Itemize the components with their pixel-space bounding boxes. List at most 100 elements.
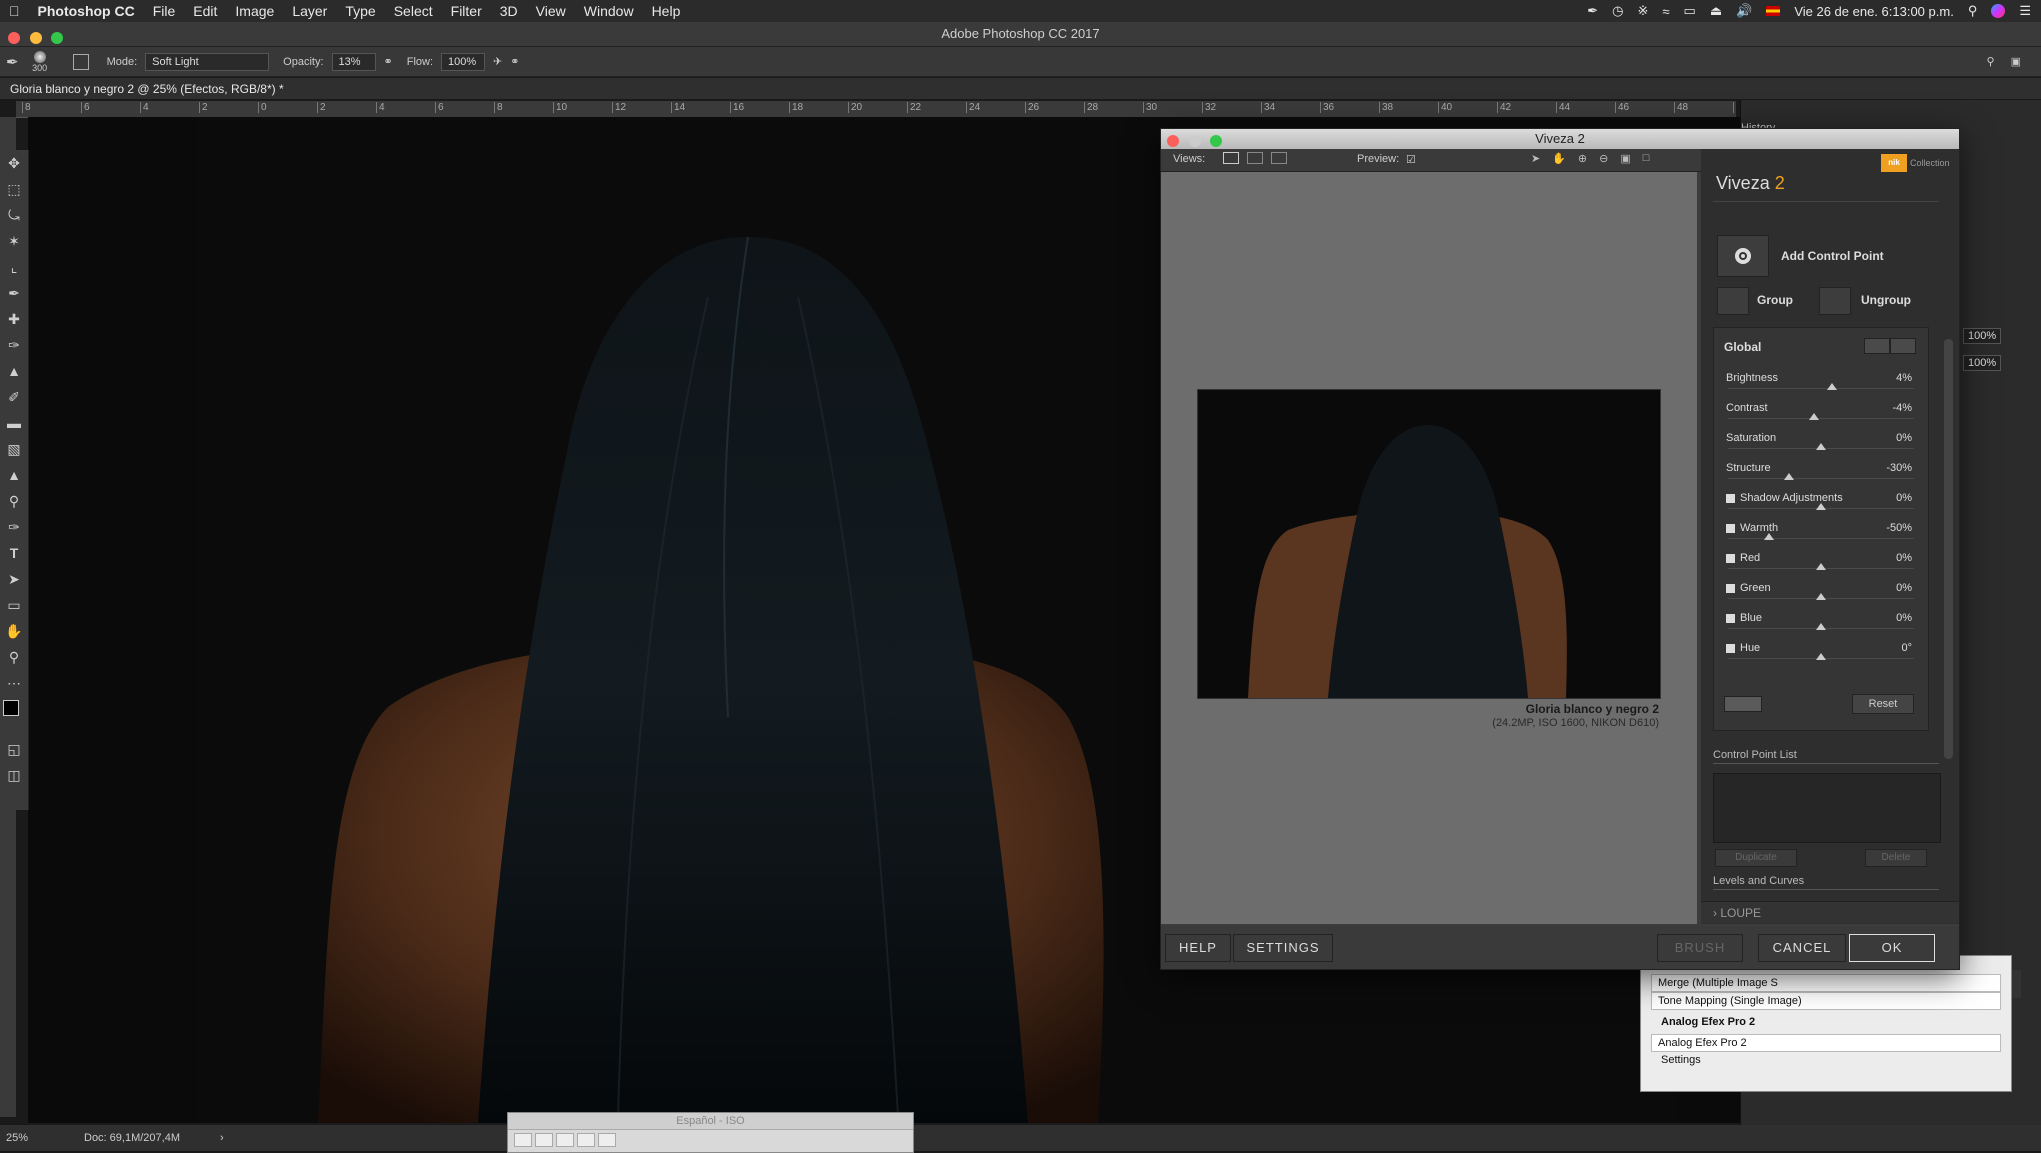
slider-value[interactable]: -30%	[1886, 462, 1912, 474]
control-point-list-label[interactable]: Control Point List	[1713, 749, 1797, 761]
cancel-button[interactable]: CANCEL	[1758, 934, 1846, 962]
minimize-window-button[interactable]	[29, 32, 42, 44]
menu-file[interactable]: File	[144, 3, 185, 19]
foreground-color-swatch[interactable]	[3, 700, 19, 716]
airplay-icon[interactable]: ▭	[1684, 3, 1696, 19]
slider-thumb[interactable]	[1816, 593, 1826, 600]
slider-value[interactable]: -50%	[1886, 522, 1912, 534]
apple-menu-icon[interactable]: 	[0, 3, 29, 19]
slider-value[interactable]: 0%	[1896, 552, 1912, 564]
analog-efex-section[interactable]: Analog Efex Pro 2	[1641, 1010, 2011, 1034]
side-by-side-view-icon[interactable]	[1271, 152, 1287, 164]
move-tool-icon[interactable]: ✥	[0, 150, 28, 176]
layers-fill-field[interactable]: 100%	[1963, 355, 2002, 371]
pointer-tool-icon[interactable]: ➤	[1531, 152, 1540, 165]
keyboard-key[interactable]	[556, 1133, 574, 1147]
slider-track[interactable]	[1728, 478, 1914, 479]
slider-enable-checkbox[interactable]	[1726, 494, 1735, 503]
airbrush-icon[interactable]: ✈	[493, 55, 502, 68]
flow-field[interactable]: 100%	[441, 52, 486, 71]
flag-icon[interactable]	[1766, 6, 1781, 16]
bluetooth-icon[interactable]: ※	[1637, 3, 1648, 19]
close-window-button[interactable]	[8, 32, 20, 44]
slider-thumb[interactable]	[1808, 413, 1819, 420]
screen-mode-icon[interactable]: ◫	[0, 762, 28, 788]
blur-tool-icon[interactable]: ▲	[0, 462, 28, 488]
brush-panel-icon[interactable]	[72, 53, 89, 70]
pressure-size-icon[interactable]: ⚭	[510, 55, 519, 68]
ok-button[interactable]: OK	[1849, 934, 1935, 962]
split-view-icon[interactable]	[1247, 152, 1263, 164]
slider-enable-checkbox[interactable]	[1726, 524, 1735, 533]
viveza-titlebar[interactable]: Viveza 2	[1161, 129, 1959, 149]
settings-button[interactable]: SETTINGS	[1233, 934, 1333, 962]
menu-view[interactable]: View	[527, 3, 575, 19]
brush-preset-picker[interactable]: 300	[27, 50, 53, 73]
keyboard-key[interactable]	[577, 1133, 595, 1147]
eject-icon[interactable]: ⏏	[1710, 3, 1722, 19]
hand-tool-icon[interactable]: ✋	[1552, 152, 1566, 165]
keyboard-key[interactable]	[535, 1133, 553, 1147]
slider-track[interactable]	[1728, 538, 1914, 539]
global-toggle-a[interactable]	[1864, 338, 1890, 354]
fit-screen-icon[interactable]: □	[1643, 152, 1650, 165]
single-view-icon[interactable]	[1223, 152, 1239, 164]
slider-value[interactable]: 0%	[1896, 492, 1912, 504]
eraser-tool-icon[interactable]: ▬	[0, 410, 28, 436]
menu-3d[interactable]: 3D	[491, 3, 527, 19]
panel-scrollbar[interactable]	[1944, 339, 1953, 759]
brush-button[interactable]: BRUSH	[1657, 934, 1743, 962]
menu-select[interactable]: Select	[385, 3, 442, 19]
slider-track[interactable]	[1728, 388, 1914, 389]
horizontal-ruler[interactable]: 8 6 4 2 0 2 4 6 8 10 12 14 16 18 20 22 24 26 28 30 32 34 36 38 4…	[16, 101, 1736, 118]
slider-enable-checkbox[interactable]	[1726, 584, 1735, 593]
notification-center-icon[interactable]: ☰	[2019, 3, 2031, 19]
spotlight-icon[interactable]: ⚲	[1968, 3, 1978, 19]
help-button[interactable]: HELP	[1165, 934, 1231, 962]
menu-image[interactable]: Image	[226, 3, 283, 19]
preview-image[interactable]	[1197, 389, 1661, 699]
control-point-list-box[interactable]	[1713, 773, 1941, 843]
slider-track[interactable]	[1728, 418, 1914, 419]
menu-window[interactable]: Window	[575, 3, 643, 19]
analog-efex-item[interactable]: Analog Efex Pro 2	[1651, 1034, 2001, 1052]
wifi-icon[interactable]: ≈	[1662, 4, 1669, 19]
duplicate-button[interactable]: Duplicate	[1715, 849, 1797, 867]
zoom-in-icon[interactable]: ⊕	[1578, 152, 1587, 165]
loupe-section[interactable]: › LOUPE	[1701, 901, 1959, 923]
viveza-close-button[interactable]	[1167, 135, 1179, 147]
lasso-tool-icon[interactable]: ⤿	[0, 202, 28, 228]
menu-edit[interactable]: Edit	[184, 3, 226, 19]
tone-mapping-item[interactable]: Tone Mapping (Single Image)	[1651, 992, 2001, 1010]
background-color-icon[interactable]: ▣	[1620, 152, 1630, 165]
add-control-point-button[interactable]	[1717, 235, 1769, 277]
slider-value[interactable]: 4%	[1896, 372, 1912, 384]
zoom-window-button[interactable]	[51, 32, 64, 44]
nik-settings-link[interactable]: Settings	[1641, 1052, 2011, 1068]
quick-mask-icon[interactable]: ◱	[0, 736, 28, 762]
ungroup-icon[interactable]	[1819, 287, 1851, 315]
mode-select[interactable]: Soft Light	[145, 52, 270, 71]
more-tools-icon[interactable]: ⋯	[0, 670, 28, 696]
marquee-tool-icon[interactable]: ⬚	[0, 176, 28, 202]
time-machine-icon[interactable]: ◷	[1612, 3, 1623, 19]
delete-button[interactable]: Delete	[1865, 849, 1927, 867]
menu-filter[interactable]: Filter	[442, 3, 491, 19]
slider-value[interactable]: 0%	[1896, 582, 1912, 594]
viveza-zoom-button[interactable]	[1210, 135, 1223, 147]
zoom-level[interactable]: 25%	[6, 1125, 28, 1151]
history-brush-tool-icon[interactable]: ✐	[0, 384, 28, 410]
brush-tool-icon[interactable]: ✒	[6, 53, 19, 71]
slider-enable-checkbox[interactable]	[1726, 554, 1735, 563]
workspace-icon[interactable]: ▣	[2011, 55, 2021, 68]
layers-opacity-field[interactable]: 100%	[1963, 328, 2002, 344]
slider-value[interactable]: 0%	[1896, 612, 1912, 624]
stamp-tool-icon[interactable]: ▲	[0, 358, 28, 384]
slider-thumb[interactable]	[1763, 533, 1774, 540]
reset-button[interactable]: Reset	[1852, 694, 1914, 714]
slider-enable-checkbox[interactable]	[1726, 614, 1735, 623]
slider-enable-checkbox[interactable]	[1726, 644, 1735, 653]
slider-value[interactable]: 0°	[1901, 642, 1912, 654]
slider-thumb[interactable]	[1816, 443, 1826, 450]
color-swatches[interactable]	[0, 696, 28, 736]
